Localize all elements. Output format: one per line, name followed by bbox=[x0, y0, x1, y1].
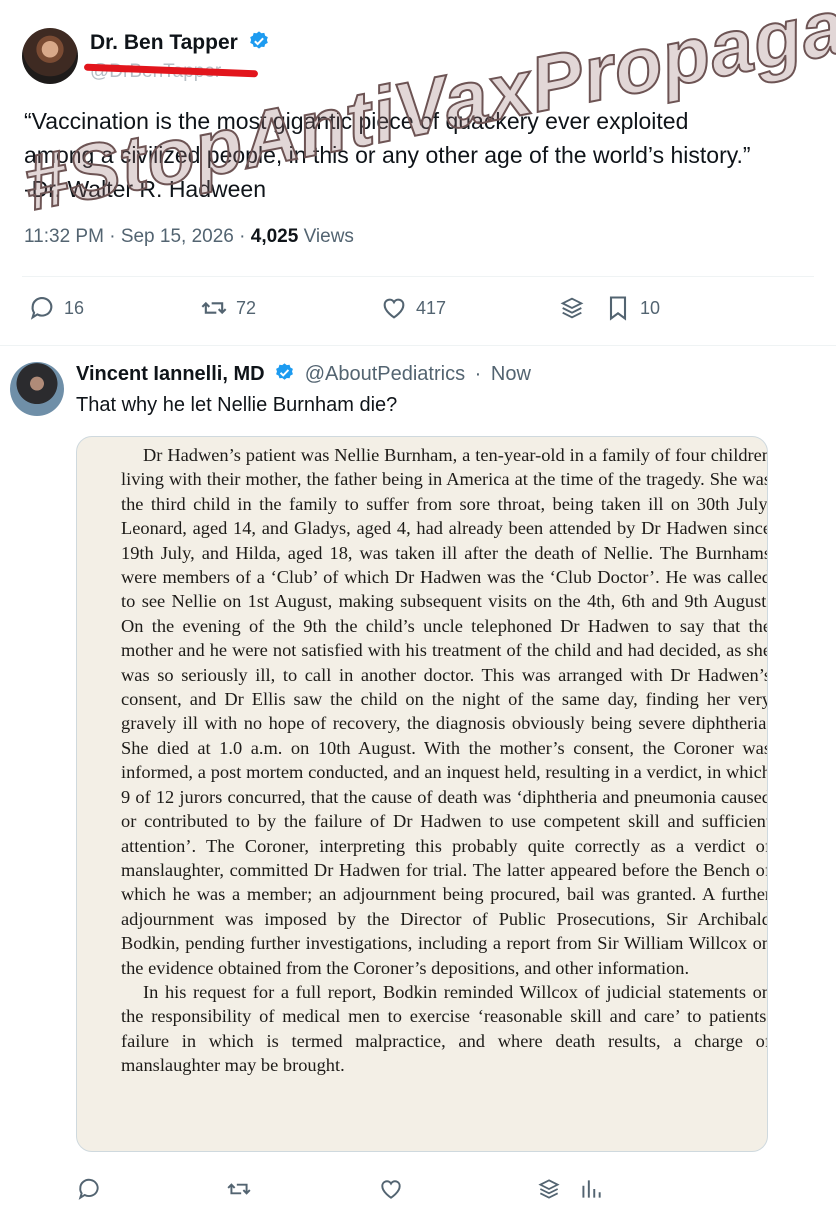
like-icon bbox=[381, 1180, 401, 1199]
grok-icon bbox=[538, 1179, 560, 1199]
grok-icon bbox=[560, 297, 584, 319]
reply-button[interactable] bbox=[76, 1176, 102, 1202]
reply-button[interactable]: 16 bbox=[28, 294, 84, 322]
bookmark-button[interactable]: 10 bbox=[604, 294, 660, 322]
reply-count: 16 bbox=[64, 297, 85, 318]
bookmark-count: 10 bbox=[640, 297, 661, 318]
grok-button[interactable] bbox=[558, 294, 586, 322]
separator: · bbox=[474, 363, 482, 385]
views-icon bbox=[582, 1180, 601, 1198]
like-icon bbox=[383, 298, 405, 319]
tweet-date[interactable]: Sep 15, 2026 bbox=[121, 226, 234, 247]
page-paragraph: Dr Hadwen’s patient was Nellie Burnham, … bbox=[121, 445, 768, 978]
tweet-time[interactable]: 11:32 PM bbox=[24, 226, 104, 247]
tweet-text: That why he let Nellie Burnham die? bbox=[76, 394, 398, 416]
reply-icon bbox=[78, 1178, 99, 1200]
attached-image[interactable]: Dr Hadwen’s patient was Nellie Burnham, … bbox=[76, 436, 768, 1152]
divider bbox=[22, 276, 814, 277]
views-button[interactable] bbox=[578, 1176, 604, 1202]
views-label: Views bbox=[303, 226, 354, 247]
scanned-book-page: Dr Hadwen’s patient was Nellie Burnham, … bbox=[121, 443, 768, 1078]
bookmark-icon bbox=[609, 296, 627, 321]
like-count: 417 bbox=[416, 297, 447, 318]
author-handle[interactable]: @AboutPediatrics bbox=[305, 363, 465, 385]
quoted-tweet[interactable]: Dr. Ben Tapper @DrBenTapper “Vaccination… bbox=[0, 0, 836, 345]
tweet-meta: 11:32 PM · Sep 15, 2026 · 4,025 Views bbox=[24, 226, 354, 247]
grok-button[interactable] bbox=[536, 1176, 562, 1202]
retweet-icon bbox=[201, 301, 227, 315]
retweet-icon bbox=[227, 1183, 251, 1195]
reply-header: Vincent Iannelli, MD @AboutPediatrics · … bbox=[76, 362, 531, 389]
view-count: 4,025 bbox=[250, 226, 299, 247]
avatar[interactable] bbox=[22, 28, 78, 84]
tweet-actions bbox=[76, 1176, 616, 1206]
retweet-button[interactable] bbox=[226, 1176, 252, 1202]
page-paragraph: In his request for a full report, Bodkin… bbox=[121, 981, 768, 1076]
tweet-time[interactable]: Now bbox=[491, 363, 531, 385]
reply-icon bbox=[30, 297, 53, 320]
verified-badge-icon bbox=[248, 30, 270, 58]
retweet-button[interactable]: 72 bbox=[200, 294, 256, 322]
tweet-actions: 16 72 417 10 bbox=[28, 294, 828, 328]
author-name[interactable]: Vincent Iannelli, MD bbox=[76, 363, 265, 385]
like-button[interactable]: 417 bbox=[380, 294, 446, 322]
verified-badge-icon bbox=[274, 362, 295, 389]
author-name[interactable]: Dr. Ben Tapper bbox=[90, 31, 238, 54]
divider bbox=[0, 345, 836, 346]
retweet-count: 72 bbox=[236, 297, 257, 318]
avatar[interactable] bbox=[10, 362, 64, 416]
like-button[interactable] bbox=[378, 1176, 404, 1202]
